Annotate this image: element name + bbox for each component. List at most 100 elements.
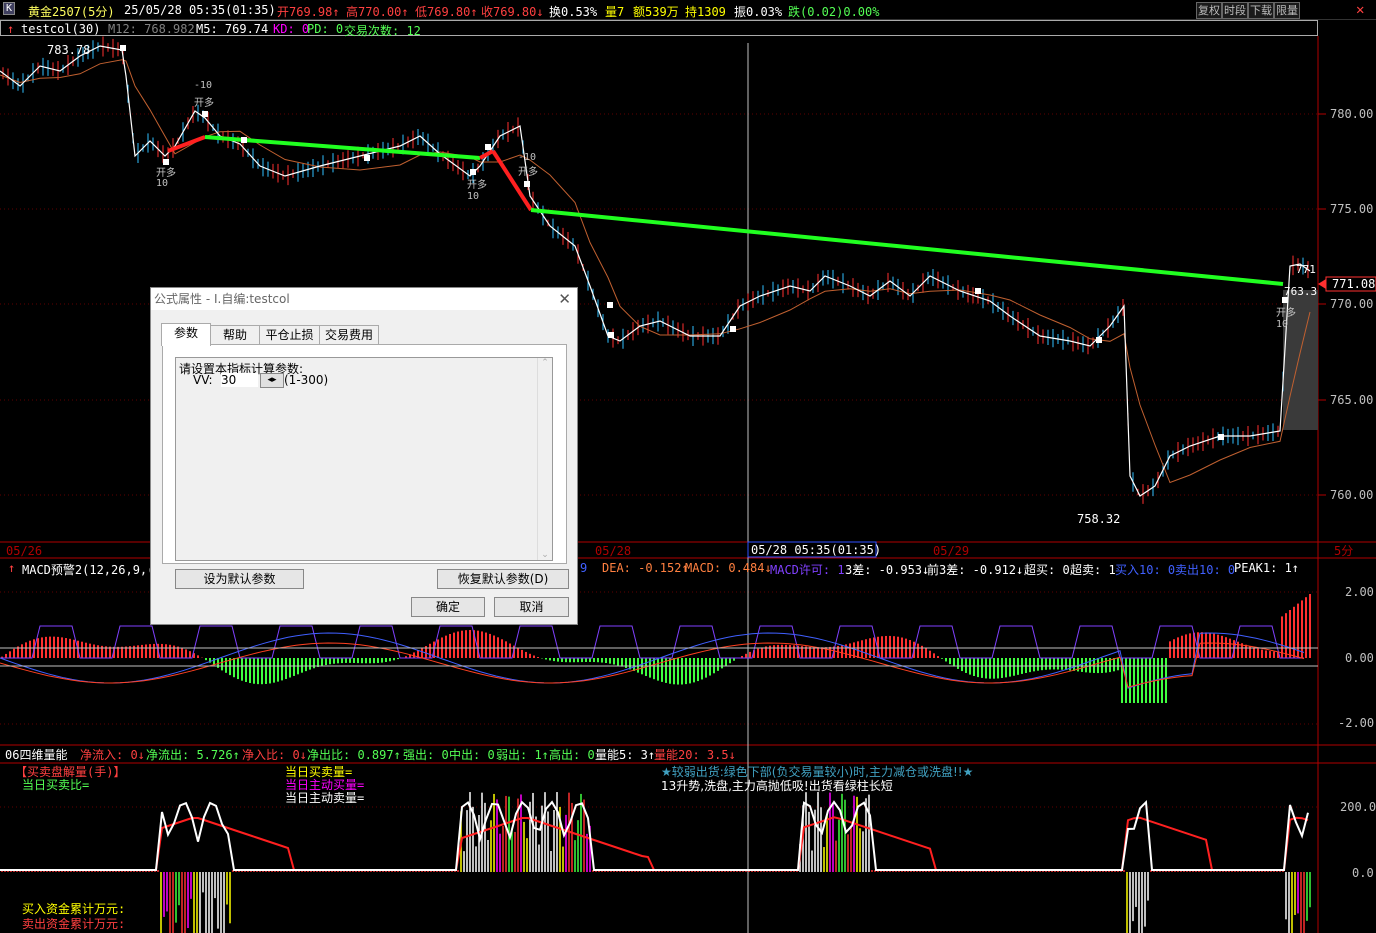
macd-dea: DEA: -0.152↑ [602,561,689,575]
tab-fees[interactable]: 交易费用 [319,325,379,345]
kd-value: KD: 0 [273,22,310,36]
right-top-label: 771 [1296,263,1316,276]
set-default-button[interactable]: 设为默认参数 [175,569,304,589]
macd-tick: 0.00 [1345,651,1374,665]
param-spinner[interactable]: ◂▸ [260,373,284,388]
trade-qty-neg: -10 [518,152,536,163]
low-price-label: 758.32 [1077,512,1120,526]
volume-legend-2: 当日买卖比= [22,778,90,792]
scroll-down-icon[interactable]: ⌄ [538,550,552,560]
volume-name[interactable]: 06四维量能 [5,746,67,763]
net-out-ratio: 净出比: 0.897↑ [307,748,401,762]
macd-peak: PEAK1: 1↑ [1234,561,1300,575]
strong-out: 强出: 0 [403,748,449,762]
current-price: 771.08 [1332,277,1375,291]
params-panel: 请设置本指标计算参数: VV: 30 ◂▸ (1-300) ⌃ ⌄ [162,344,567,564]
param-label: VV: [193,373,213,387]
formula-properties-dialog[interactable]: 公式属性 - I.自编:testcol ✕ 参数 帮助 平仓止损 交易费用 请设… [150,287,578,625]
trade-qty: 10 [1276,319,1288,330]
volume-tick: 200.0 [1340,800,1376,814]
app-logo[interactable]: K [3,2,16,15]
open-interest: 持1309 [685,5,726,19]
mid-out: 中出: 0 [449,748,495,762]
macd-name[interactable]: MACD预警2(12,26,9,( [22,561,154,578]
net-inflow: 净流入: 0↓ [80,748,145,762]
close-icon[interactable]: ✕ [1356,2,1364,18]
high-price: 高770.00↑ [346,5,409,19]
arrow-up-icon[interactable]: ↑ [7,22,14,36]
volume-tick: 0.0 [1352,866,1374,880]
time-unit-label: 5分 [1334,544,1353,558]
price-tick: 780.00 [1330,107,1374,121]
symbol-name: 黄金2507(5分) [28,5,115,19]
high-out: 高出: 0 [549,748,595,762]
macd-tick: -2.00 [1338,716,1375,730]
pd-value: PD: 0 [307,22,344,36]
scrollbar[interactable]: ⌃ ⌄ [537,358,552,560]
vol-energy5: 量能5: 3↑ [595,748,656,762]
m5-value: M5: 769.74 [196,22,269,36]
net-outflow: 净流出: 5.726↑ [146,748,240,762]
bar-datetime: 25/05/28 05:35(01:35) [124,3,276,17]
adjust-button[interactable]: 复权 [1196,2,1222,19]
period-button[interactable]: 时段 [1222,2,1248,19]
macd-oversell: 超卖: 1 [1070,563,1116,577]
amount: 额539万 [633,5,679,19]
scroll-up-icon[interactable]: ⌃ [538,358,552,368]
trade-label: 开多 [194,96,214,109]
indicator-name[interactable]: testcol(30) [21,22,100,36]
weak-out: 弱出: 1↑ [496,748,549,762]
macd-overbuy: 超买: 0 [1024,563,1070,577]
price-tick: 775.00 [1330,202,1374,216]
macd-tick: 2.00 [1345,585,1374,599]
trade-qty: 10 [156,178,168,189]
arrow-up-icon[interactable]: ↑ [8,561,15,575]
tab-stoploss[interactable]: 平仓止损 [259,325,320,345]
param-value-input[interactable]: 30 [221,373,258,387]
high-price-label: 783.78 [47,43,90,57]
params-area: 请设置本指标计算参数: VV: 30 ◂▸ (1-300) ⌃ ⌄ [175,357,553,561]
price-change: 跌(0.02)0.00% [788,5,880,19]
amplitude: 振0.03% [734,5,783,19]
time-label-1: 05/26 [6,544,42,558]
trend-segment-green-2 [530,208,1284,286]
trade-label: 开多 [1276,306,1296,319]
ok-button[interactable]: 确定 [411,597,485,617]
macd-prev3: 前3差: -0.912↓ [927,563,1024,577]
restore-default-button[interactable]: 恢复默认参数(D) [437,569,569,589]
trade-label: 开多 [467,178,487,191]
m12-value: M12: 768.982 [108,22,195,36]
open-price: 开769.98↑ [277,5,340,19]
trade-qty-neg: -10 [194,80,212,91]
trade-label: 开多 [518,165,538,178]
close-price: 收769.80↓ [481,5,544,19]
close-icon[interactable]: ✕ [558,290,571,308]
price-tick: 760.00 [1330,488,1374,502]
net-in-ratio: 净入比: 0↓ [242,748,307,762]
volume-note-2: 13升势,洗盘,主力高抛低吸!出货看绿柱长短 [661,779,893,793]
macd-buy10: 买入10: 0 [1115,563,1176,577]
volume-header: 06四维量能 净流入: 0↓ 净流出: 5.726↑ 净入比: 0↓ 净出比: … [0,746,1318,762]
macd-diff3: 3差: -0.953↓ [845,563,930,577]
trade-qty: 10 [467,191,479,202]
dialog-title[interactable]: 公式属性 - I.自编:testcol [151,288,577,310]
macd-sell10: 卖出10: 0 [1175,563,1236,577]
param-range: (1-300) [284,373,329,387]
price-tick: 770.00 [1330,297,1374,311]
cancel-button[interactable]: 取消 [494,597,569,617]
macd-value: MACD: 0.484↓ [685,561,772,575]
time-label-4: 05/29 [933,544,969,558]
turnover-rate: 换0.53% [549,5,598,19]
fund-sell-total: 卖出资金累计万元: [22,917,126,931]
macd-dif-tail: 9 [580,561,588,575]
limit-button[interactable]: 限量 [1274,2,1300,19]
volume-legend-5: 当日主动卖量= [285,791,365,805]
right-mid-label: 763.3 [1284,285,1317,298]
price-tick: 765.00 [1330,393,1374,407]
macd-permit: MACD许可: 1 [770,563,845,577]
crosshair-time: 05/28 05:35(01:35) [751,543,881,557]
tab-help[interactable]: 帮助 [210,325,260,345]
download-button[interactable]: 下载 [1248,2,1274,19]
time-label-2: 05/28 [595,544,631,558]
tab-params[interactable]: 参数 [161,323,211,346]
